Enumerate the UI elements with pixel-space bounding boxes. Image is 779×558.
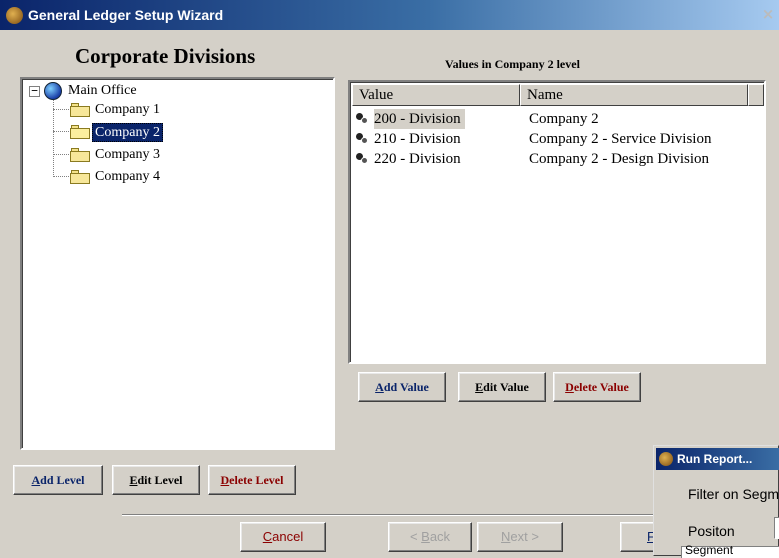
tree-connector <box>53 154 69 155</box>
cell-name: Company 2 - Service Division <box>529 131 712 147</box>
position-label: Positon <box>688 523 735 539</box>
values-list[interactable]: Value Name 200 - Division Company 2 210 … <box>348 80 766 364</box>
button-label: ext > <box>510 529 539 544</box>
app-icon <box>659 452 673 466</box>
values-caption: Values in Company 2 level <box>445 57 580 71</box>
column-header-filler <box>748 84 764 106</box>
list-item[interactable]: 220 - Division Company 2 - Design Divisi… <box>352 149 762 169</box>
position-input[interactable] <box>774 517 779 539</box>
tree-connector <box>53 176 69 177</box>
button-mnemonic: C <box>262 529 273 544</box>
window-title: General Ledger Setup Wizard <box>28 7 224 23</box>
key-icon <box>355 112 369 126</box>
button-mnemonic: B <box>421 529 430 544</box>
next-button[interactable]: Next > <box>477 522 563 552</box>
key-icon <box>355 152 369 166</box>
app-icon <box>6 7 23 24</box>
back-button[interactable]: < Back <box>388 522 472 552</box>
button-mnemonic: E <box>475 380 484 394</box>
button-label: dit Value <box>483 380 529 394</box>
button-mnemonic: D <box>565 380 574 394</box>
edit-level-button[interactable]: Edit Level <box>112 465 200 495</box>
tree-root-main-office[interactable]: Main Office <box>66 82 139 99</box>
tree-item-company-2[interactable]: Company 2 <box>92 123 163 142</box>
dialog-title: Run Report... <box>677 452 753 466</box>
list-item[interactable]: 200 - Division Company 2 <box>352 109 762 129</box>
division-tree[interactable]: − Main Office Company 1 Company 2 Compan… <box>20 77 335 450</box>
collapse-icon[interactable]: − <box>29 85 40 97</box>
run-report-dialog[interactable]: Run Report... Filter on Segm Positon Seg… <box>653 445 779 558</box>
delete-value-button[interactable]: Delete Value <box>553 372 641 402</box>
column-header-name[interactable]: Name <box>520 84 748 106</box>
add-level-button[interactable]: Add Level <box>13 465 103 495</box>
tree-item-company-1[interactable]: Company 1 <box>93 101 162 118</box>
button-label: ancel <box>272 529 304 544</box>
folder-icon <box>70 148 90 162</box>
button-label: dit Level <box>137 473 183 487</box>
button-label: dd Level <box>40 473 85 487</box>
cell-value: 200 - Division <box>374 109 465 129</box>
folder-icon <box>70 103 90 117</box>
button-mnemonic: A <box>375 380 384 394</box>
button-prefix: < <box>409 529 422 544</box>
button-mnemonic: N <box>501 529 511 544</box>
tree-connector <box>53 131 69 132</box>
button-mnemonic: A <box>31 473 41 487</box>
window-title-bar[interactable]: General Ledger Setup Wizard × <box>0 0 779 30</box>
list-item[interactable]: 210 - Division Company 2 - Service Divis… <box>352 129 762 149</box>
open-folder-icon <box>70 125 90 139</box>
separator <box>122 514 682 516</box>
tree-connector <box>53 100 54 177</box>
filter-label: Filter on Segm <box>688 486 779 502</box>
tree-item-company-3[interactable]: Company 3 <box>93 146 162 163</box>
button-label: ack <box>429 529 451 544</box>
tree-connector <box>53 109 69 110</box>
tree-item-company-4[interactable]: Company 4 <box>93 168 162 185</box>
globe-icon <box>44 82 62 100</box>
segment-text: Segment <box>685 543 734 557</box>
button-label: dd Value <box>383 380 429 394</box>
cell-value: 220 - Division <box>374 151 461 167</box>
button-label: elete Level <box>229 473 284 487</box>
delete-level-button[interactable]: Delete Level <box>208 465 296 495</box>
button-mnemonic: D <box>220 473 230 487</box>
cancel-button[interactable]: Cancel <box>240 522 326 552</box>
edit-value-button[interactable]: Edit Value <box>458 372 546 402</box>
cell-name: Company 2 - Design Division <box>529 151 709 167</box>
segment-field[interactable]: Segment <box>681 543 779 558</box>
page-title: Corporate Divisions <box>75 44 256 68</box>
folder-icon <box>70 170 90 184</box>
close-icon[interactable]: × <box>759 5 777 23</box>
cell-name: Company 2 <box>529 111 599 127</box>
dialog-title-bar[interactable]: Run Report... <box>656 448 779 470</box>
button-label: elete Value <box>573 380 629 394</box>
button-mnemonic: E <box>129 473 138 487</box>
cell-value: 210 - Division <box>374 131 461 147</box>
add-value-button[interactable]: Add Value <box>358 372 446 402</box>
key-icon <box>355 132 369 146</box>
column-header-value[interactable]: Value <box>352 84 520 106</box>
